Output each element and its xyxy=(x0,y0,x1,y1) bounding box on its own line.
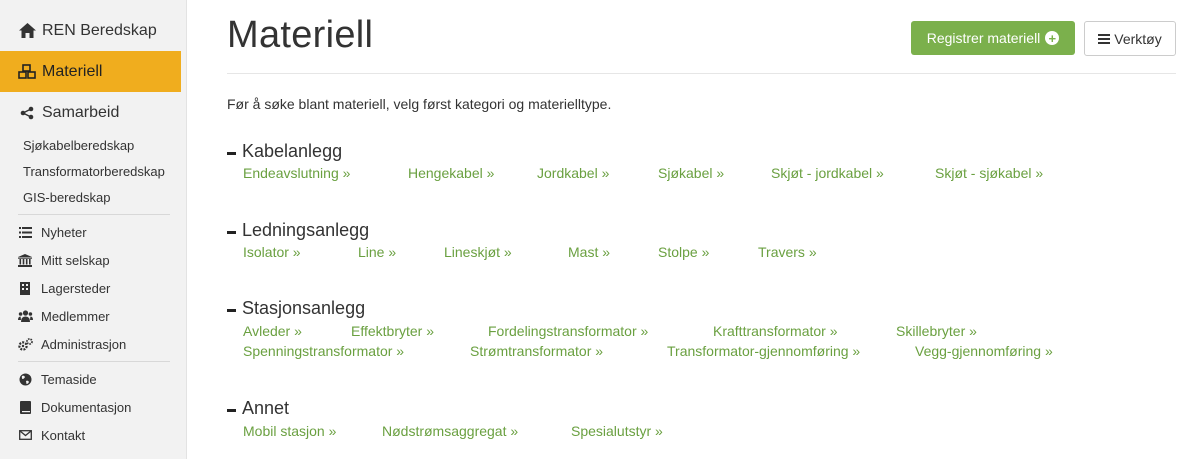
sidebar-divider xyxy=(18,214,170,215)
link-travers[interactable]: Travers » xyxy=(758,244,817,260)
envelope-icon xyxy=(17,427,33,443)
link-lineskjot[interactable]: Lineskjøt » xyxy=(444,244,512,260)
book-icon xyxy=(17,399,33,415)
link-fordelingstransformator[interactable]: Fordelingstransformator » xyxy=(488,323,648,339)
sidebar-sub-gis-beredskap[interactable]: GIS-beredskap xyxy=(0,185,186,211)
link-hengekabel[interactable]: Hengekabel » xyxy=(408,165,494,181)
link-krafttransformator[interactable]: Krafttransformator » xyxy=(713,323,838,339)
section-title-stasjonsanlegg: Stasjonsanlegg xyxy=(227,298,365,319)
link-effektbryter[interactable]: Effektbryter » xyxy=(351,323,434,339)
link-spesialutstyr[interactable]: Spesialutstyr » xyxy=(571,423,663,439)
plus-circle-icon: + xyxy=(1045,31,1060,45)
sidebar-item-label: Materiell xyxy=(42,62,103,80)
minus-icon xyxy=(227,231,236,234)
minus-icon xyxy=(227,152,236,155)
sidebar-item-label: REN Beredskap xyxy=(42,21,157,39)
sidebar: REN Beredskap Materiell Samarbeid Sjøkab… xyxy=(0,0,187,459)
section-title-label: Ledningsanlegg xyxy=(242,220,370,240)
sidebar-item-ren-beredskap[interactable]: REN Beredskap xyxy=(0,10,186,51)
cogs-icon xyxy=(17,336,33,352)
sidebar-item-label: Nyheter xyxy=(41,224,87,240)
link-spenningstransformator[interactable]: Spenningstransformator » xyxy=(243,343,404,359)
sidebar-item-label: Dokumentasjon xyxy=(41,399,132,415)
intro-text: Før å søke blant materiell, velg først k… xyxy=(227,96,612,112)
link-nodstromsaggregat[interactable]: Nødstrømsaggregat » xyxy=(382,423,518,439)
link-jordkabel[interactable]: Jordkabel » xyxy=(537,165,609,181)
users-icon xyxy=(17,308,33,324)
institution-icon xyxy=(17,252,33,268)
sidebar-item-temaside[interactable]: Temaside xyxy=(0,365,186,393)
home-icon xyxy=(17,22,37,40)
link-vegg-gjennomforing[interactable]: Vegg-gjennomføring » xyxy=(915,343,1053,359)
link-isolator[interactable]: Isolator » xyxy=(243,244,301,260)
section-title-kabelanlegg: Kabelanlegg xyxy=(227,141,342,162)
link-endeavslutning[interactable]: Endeavslutning » xyxy=(243,165,350,181)
sidebar-item-label: Medlemmer xyxy=(41,308,110,324)
cubes-icon xyxy=(17,63,37,81)
globe-icon xyxy=(17,371,33,387)
link-sjokabel[interactable]: Sjøkabel » xyxy=(658,165,724,181)
sidebar-item-dokumentasjon[interactable]: Dokumentasjon xyxy=(0,393,186,421)
link-stromtransformator[interactable]: Strømtransformator » xyxy=(470,343,603,359)
tools-button[interactable]: Verktøy xyxy=(1084,21,1176,56)
sidebar-item-label: Mitt selskap xyxy=(41,252,110,268)
sidebar-item-samarbeid[interactable]: Samarbeid xyxy=(0,92,186,133)
sidebar-sub-sjokabelberedskap[interactable]: Sjøkabelberedskap xyxy=(0,133,186,159)
sidebar-item-label: Temaside xyxy=(41,371,97,387)
sidebar-item-label: Administrasjon xyxy=(41,336,127,352)
sidebar-item-administrasjon[interactable]: Administrasjon xyxy=(0,330,186,358)
page-title: Materiell xyxy=(227,14,374,56)
link-stolpe[interactable]: Stolpe » xyxy=(658,244,709,260)
link-skillebryter[interactable]: Skillebryter » xyxy=(896,323,977,339)
section-title-annet: Annet xyxy=(227,398,289,419)
bars-icon xyxy=(1098,32,1111,46)
sidebar-item-materiell[interactable]: Materiell xyxy=(0,51,181,92)
link-line[interactable]: Line » xyxy=(358,244,396,260)
link-skjot-sjokabel[interactable]: Skjøt - sjøkabel » xyxy=(935,165,1043,181)
link-transformator-gjennomforing[interactable]: Transformator-gjennomføring » xyxy=(667,343,860,359)
tools-button-label: Verktøy xyxy=(1114,30,1162,47)
link-avleder[interactable]: Avleder » xyxy=(243,323,302,339)
sidebar-item-label: Lagersteder xyxy=(41,280,111,296)
link-mobil-stasjon[interactable]: Mobil stasjon » xyxy=(243,423,336,439)
minus-icon xyxy=(227,409,236,412)
sidebar-item-lagersteder[interactable]: Lagersteder xyxy=(0,274,186,302)
minus-icon xyxy=(227,309,236,312)
register-materiell-button[interactable]: Registrer materiell + xyxy=(911,21,1075,55)
sidebar-item-medlemmer[interactable]: Medlemmer xyxy=(0,302,186,330)
sidebar-item-kontakt[interactable]: Kontakt xyxy=(0,421,186,449)
section-title-ledningsanlegg: Ledningsanlegg xyxy=(227,220,369,241)
sidebar-divider xyxy=(18,361,170,362)
header-divider xyxy=(227,73,1176,74)
link-mast[interactable]: Mast » xyxy=(568,244,610,260)
list-icon xyxy=(17,224,33,240)
sidebar-item-label: Kontakt xyxy=(41,427,86,443)
building-icon xyxy=(17,280,33,296)
section-title-label: Kabelanlegg xyxy=(242,141,343,161)
register-button-label: Registrer materiell xyxy=(926,30,1041,46)
sidebar-item-nyheter[interactable]: Nyheter xyxy=(0,218,186,246)
sidebar-item-mitt-selskap[interactable]: Mitt selskap xyxy=(0,246,186,274)
sidebar-item-label: Samarbeid xyxy=(42,103,120,121)
section-title-label: Annet xyxy=(242,398,290,418)
link-skjot-jordkabel[interactable]: Skjøt - jordkabel » xyxy=(771,165,884,181)
share-icon xyxy=(17,104,37,122)
section-title-label: Stasjonsanlegg xyxy=(242,298,366,318)
sidebar-sub-transformatorberedskap[interactable]: Transformatorberedskap xyxy=(0,159,186,185)
